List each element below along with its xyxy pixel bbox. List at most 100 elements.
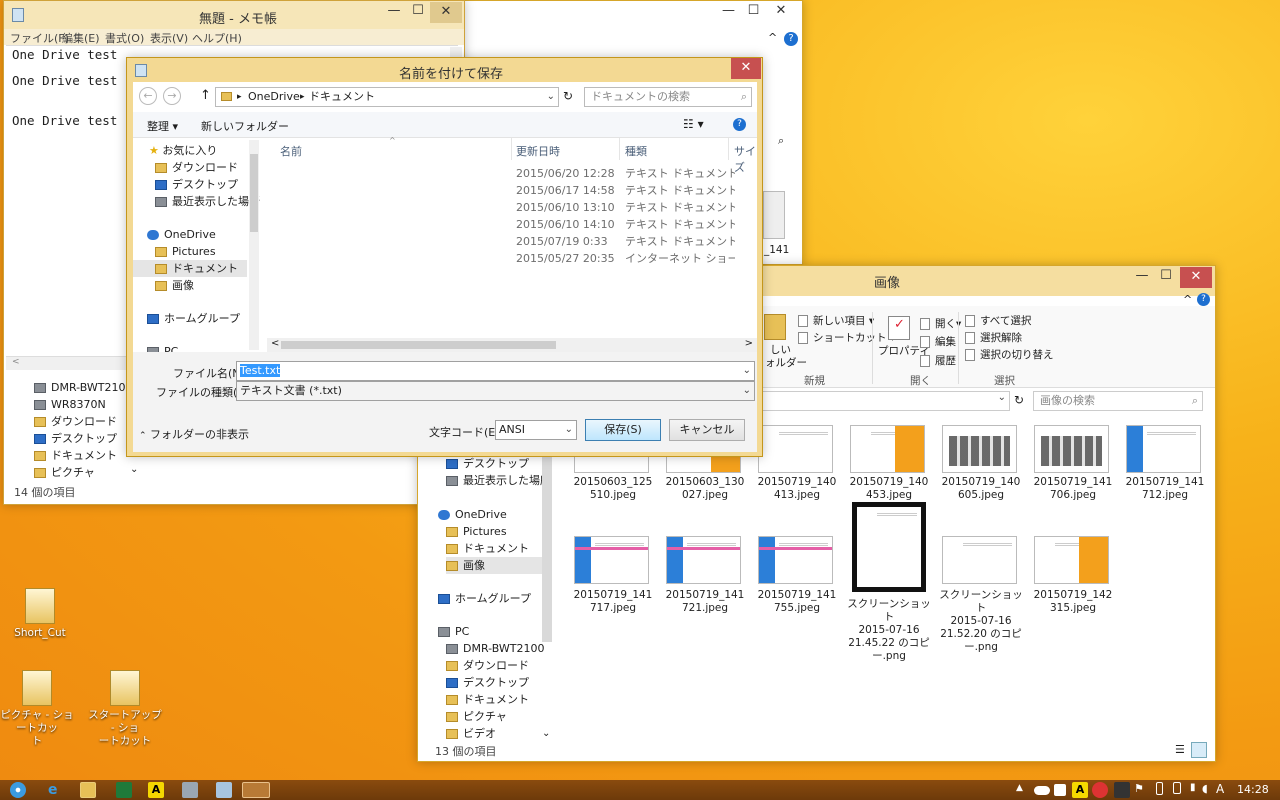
start-button-icon[interactable] — [10, 782, 26, 798]
antivirus-tray-icon[interactable] — [1092, 782, 1108, 798]
close-button[interactable]: ✕ — [768, 1, 794, 22]
chevron-down-icon[interactable]: ⌄ — [547, 88, 555, 106]
tree-item[interactable]: デスクトップ — [34, 430, 117, 447]
windows-tray-icon[interactable] — [1054, 784, 1066, 796]
thumbnail-item[interactable]: スクリーンショット 2015-07-16 21.45.22 のコピ ー.png — [844, 502, 934, 662]
maximize-button[interactable]: ☐ — [1154, 266, 1178, 287]
desktop-icon-shortcut-folder[interactable]: Short_Cut — [0, 588, 80, 640]
new-folder-button[interactable]: 新しいフォルダー — [201, 118, 289, 134]
minimize-button[interactable]: — — [382, 1, 406, 22]
close-button[interactable]: ✕ — [1180, 267, 1212, 288]
open-button[interactable]: 開く▾ — [920, 316, 961, 331]
nav-homegroup[interactable]: ホームグループ — [147, 310, 240, 327]
nav-desktop[interactable]: デスクトップ — [155, 176, 238, 193]
maximize-button[interactable]: ☐ — [741, 1, 766, 22]
thumbnail-item[interactable]: 20150719_142 315.jpeg — [1028, 534, 1118, 644]
scroll-right-icon[interactable]: > — [745, 338, 753, 349]
tree-item[interactable]: ダウンロード — [446, 657, 529, 674]
nav-scroll-thumb[interactable] — [250, 154, 258, 232]
menu-file[interactable]: ファイル(F) — [10, 30, 69, 46]
thumbnail-item[interactable]: 20150719_141 755.jpeg — [752, 534, 842, 644]
encoding-select[interactable]: ANSI ⌄ — [495, 420, 577, 440]
app-a-tray-icon[interactable]: A — [1072, 782, 1088, 798]
maximize-button[interactable]: ☐ — [406, 1, 430, 22]
desktop-icon-startup-shortcut[interactable]: スタートアップ - ショ ートカット — [85, 670, 165, 748]
tree-item[interactable]: ドキュメント — [34, 447, 117, 464]
file-row[interactable]: 更新記事.txt2015/07/19 0:33テキスト ドキュメント — [267, 233, 757, 250]
excel-icon[interactable] — [116, 782, 132, 798]
minimize-button[interactable]: — — [716, 1, 741, 22]
desktop-icon-pictures-shortcut[interactable]: ピクチャ - ショートカッ ト — [0, 670, 77, 748]
nav-pc[interactable]: PC — [147, 343, 178, 352]
onedrive-tray-icon[interactable] — [1034, 786, 1050, 795]
column-type[interactable]: 種類 — [625, 143, 647, 159]
expand-ribbon-icon[interactable]: ^ — [768, 31, 777, 44]
nav-favorites[interactable]: ★ お気に入り — [149, 142, 217, 159]
notepad-titlebar[interactable]: 無題 - メモ帳 — ☐ ✕ — [4, 1, 464, 31]
app-icon[interactable] — [216, 782, 232, 798]
tree-item[interactable]: 画像 — [446, 557, 545, 574]
view-options-icon[interactable]: ☷ ▾ — [683, 117, 704, 131]
thumbnail-item[interactable]: スクリーンショット 2015-07-16 21.52.20 のコピ ー.png — [936, 534, 1026, 653]
app-a-icon[interactable]: A — [148, 782, 164, 798]
help-icon[interactable]: ? — [733, 118, 746, 131]
ie-icon[interactable]: e — [48, 782, 64, 798]
tree-item[interactable]: ピクチャ — [446, 708, 507, 725]
clock[interactable]: 14:28 — [1237, 783, 1269, 796]
battery-tray-icon[interactable] — [1156, 782, 1163, 795]
show-hidden-icons-icon[interactable]: ▲ — [1016, 783, 1023, 793]
new-item-button[interactable]: 新しい項目 ▾ — [798, 313, 874, 328]
thumbnail-item[interactable]: 20150719_141 717.jpeg — [568, 534, 658, 644]
refresh-icon[interactable]: ↻ — [563, 89, 573, 103]
menu-help[interactable]: ヘルプ(H) — [192, 30, 242, 46]
tree-item[interactable]: デスクトップ — [446, 455, 529, 472]
select-all-button[interactable]: すべて選択 — [965, 313, 1031, 328]
thumbnail-item[interactable]: 20150719_141 721.jpeg — [660, 534, 750, 644]
thumbnail-item[interactable]: 20150719_140 605.jpeg — [936, 421, 1026, 531]
file-row[interactable]: BlogNeta.txt2015/06/17 14:58テキスト ドキュメント — [267, 182, 757, 199]
network-tray-icon[interactable] — [1114, 782, 1130, 798]
address-bar[interactable]: ⌄ — [758, 391, 1010, 411]
help-icon[interactable]: ? — [784, 32, 798, 46]
minimize-button[interactable]: — — [1130, 266, 1154, 287]
nav-recent[interactable]: 最近表示した場所 — [155, 193, 260, 210]
nav-images[interactable]: 画像 — [155, 277, 194, 294]
file-row[interactable]: Win8_shortcut.txt2015/06/10 14:10テキスト ドキ… — [267, 216, 757, 233]
nav-onedrive[interactable]: OneDrive — [147, 226, 216, 243]
nav-scrollbar[interactable] — [249, 140, 259, 350]
hscroll[interactable]: < > — [267, 338, 757, 352]
file-row[interactable]: AdsenseCode.txt2015/06/20 12:28テキスト ドキュメ… — [267, 165, 757, 182]
tree-item[interactable]: PC — [438, 623, 469, 640]
breadcrumb-documents[interactable]: ドキュメント — [309, 88, 375, 106]
hscroll-thumb[interactable] — [281, 341, 556, 349]
notepad-task-icon[interactable] — [242, 782, 270, 798]
back-button[interactable]: ← — [139, 87, 157, 105]
search-input[interactable]: ドキュメントの検索 ⌕ — [584, 87, 752, 107]
file-row[interactable]: Win8_shortcut - コピー.txt2015/06/10 13:10テ… — [267, 199, 757, 216]
tree-item[interactable]: WR8370N — [34, 396, 106, 413]
scroll-down-icon[interactable]: ⌄ — [130, 464, 138, 475]
help-icon[interactable]: ? — [1197, 293, 1210, 306]
tree-item[interactable]: DMR-BWT2100 — [446, 640, 544, 657]
cancel-button[interactable]: キャンセル — [669, 419, 745, 441]
invert-selection-button[interactable]: 選択の切り替え — [965, 347, 1054, 362]
thumbnail-item[interactable]: 20150719_141 712.jpeg — [1120, 421, 1210, 531]
search-icon[interactable]: ⌕ — [778, 134, 784, 148]
tree-item[interactable]: ホームグループ — [438, 590, 531, 607]
save-button[interactable]: 保存(S) — [585, 419, 661, 441]
thumbnail-view-icon[interactable] — [1191, 742, 1207, 758]
column-date[interactable]: 更新日時 — [516, 143, 560, 159]
menu-format[interactable]: 書式(O) — [105, 30, 144, 46]
filetype-select[interactable]: テキスト文書 (*.txt) ⌄ — [236, 381, 755, 401]
thumbnail-item[interactable]: 20150719_141 706.jpeg — [1028, 421, 1118, 531]
tree-item[interactable]: ピクチャ — [34, 464, 95, 481]
tree-item[interactable]: ドキュメント — [446, 540, 529, 557]
history-button[interactable]: 履歴 — [920, 353, 956, 368]
tree-item[interactable]: ダウンロード — [34, 413, 117, 430]
breadcrumb-onedrive[interactable]: OneDrive — [248, 88, 300, 106]
flag-tray-icon[interactable]: ⚑ — [1134, 782, 1150, 798]
nav-downloads[interactable]: ダウンロード — [155, 159, 238, 176]
file-row[interactable]: 渡 さんのノートブック2015/05/27 20:35インターネット ショート.… — [267, 250, 757, 267]
tree-item[interactable]: ビデオ — [446, 725, 496, 742]
tree-item[interactable]: 最近表示した場所 — [446, 472, 551, 489]
